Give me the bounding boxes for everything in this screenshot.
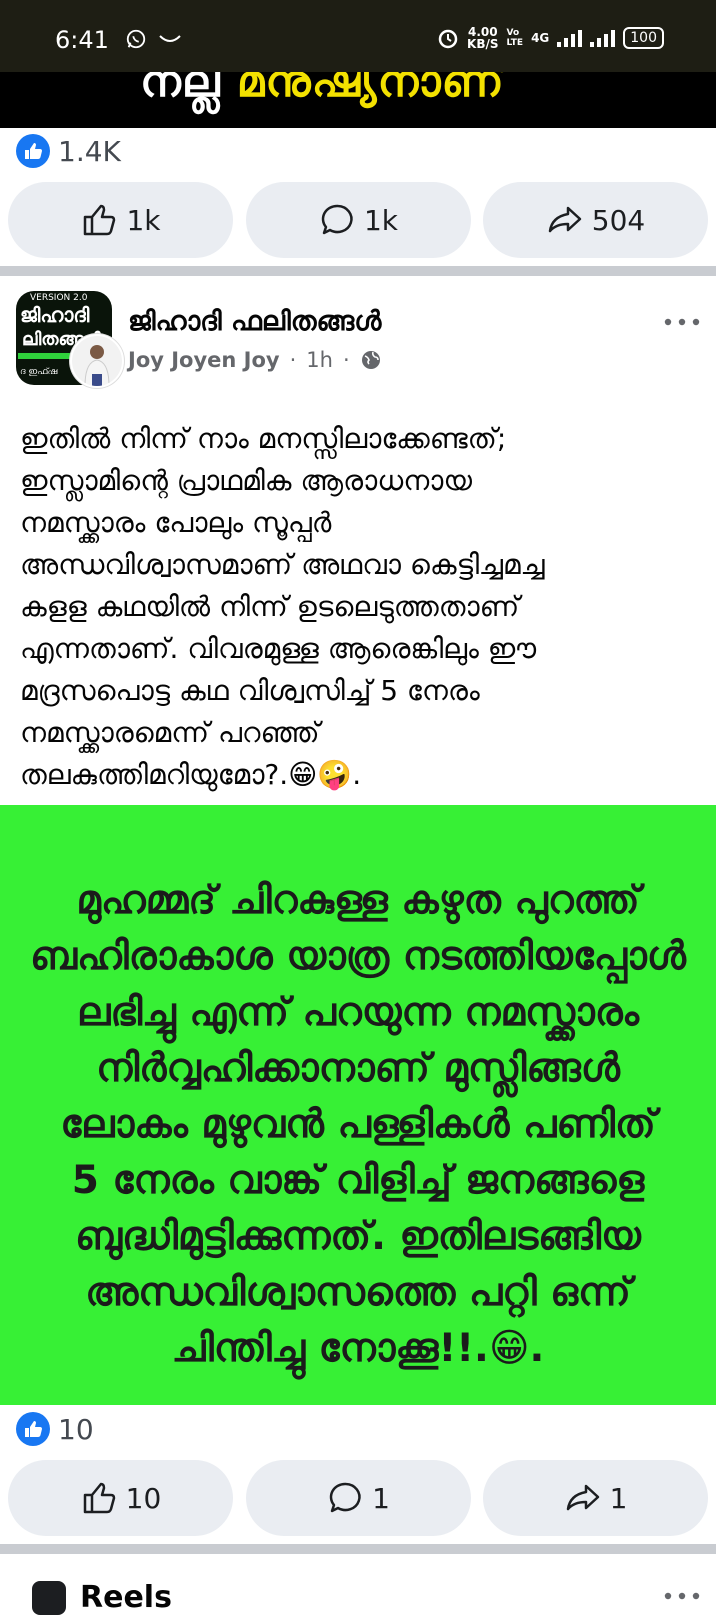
page-name[interactable]: ജിഹാദി ഫലിതങ്ങൾ (128, 306, 381, 338)
post-meta: Joy Joyen Joy · 1h · (128, 348, 382, 372)
post-text-line: ഇസ്ലാമിന്റെ പ്രാഥമിക ആരാധനായ (20, 464, 472, 497)
author-name[interactable]: Joy Joyen Joy (128, 348, 280, 372)
comment-icon (321, 204, 353, 235)
like-count: 1k (126, 203, 161, 237)
share-button[interactable]: 1 (483, 1460, 708, 1536)
like-reaction-icon (16, 134, 50, 168)
signal-icon-2 (590, 29, 616, 47)
comment-button[interactable]: 1 (245, 1460, 471, 1536)
post-text-line: നമസ്ക്കാരമെന്ന് പറഞ്ഞ് (20, 716, 320, 749)
notification-icon (159, 35, 181, 42)
image-text-line: 5 നേരം വാങ്ക് വിളിച്ച് ജനങ്ങളെ (71, 1158, 645, 1203)
post-image[interactable]: മുഹമ്മദ് ചിറകുള്ള കഴുത പുറത്ത് ബഹിരാകാശ … (0, 805, 716, 1405)
post-text-line: മദ്രസപൊട്ട കഥ വിശ്വസിച്ച് 5 നേരം (20, 674, 480, 707)
share-icon (548, 206, 582, 233)
post-image-text: മുഹമ്മദ് ചിറകുള്ള കഴുത പുറത്ത് ബഹിരാകാശ … (0, 873, 716, 1377)
post-text-line: നമസ്ക്കാരം പോലും സൂപ്പർ (20, 506, 332, 539)
battery-icon: 100 (623, 27, 664, 49)
status-indicators: 4.00 KB/S Vo LTE 4G 100 (437, 26, 664, 50)
post-text-line: തലകുത്തിമറിയുമോ?.😁🤪. (20, 758, 362, 791)
comment-icon (329, 1482, 361, 1513)
feed-divider-2 (0, 1544, 716, 1554)
image-text-line: ബുദ്ധിമുട്ടിക്കുന്നത്. ഇതിലടങ്ങിയ (75, 1214, 641, 1259)
previous-action-bar: 1k 1k 504 (8, 182, 708, 258)
avatar-line1: ജിഹാദി (20, 303, 90, 327)
share-icon (566, 1484, 599, 1511)
meta-separator: · (289, 348, 297, 372)
comment-count: 1 (372, 1481, 390, 1515)
network-type: 4G (531, 31, 550, 45)
post-text-line: കളള കഥയിൽ നിന്ന് ഉടലെടുത്തതാണ് (20, 590, 520, 623)
author-avatar[interactable] (70, 334, 124, 388)
meta-separator-2: · (342, 348, 350, 372)
alarm-icon (438, 29, 458, 49)
post-time[interactable]: 1h (306, 348, 333, 372)
like-button[interactable]: 10 (8, 1460, 233, 1536)
reaction-count: 1.4K (58, 134, 121, 168)
action-bar: 10 1 1 (8, 1460, 708, 1536)
share-count: 504 (591, 203, 646, 237)
share-count: 1 (609, 1481, 628, 1515)
like-icon (83, 1482, 115, 1514)
speed-unit: KB/S (467, 37, 499, 51)
signal-icon (557, 29, 583, 47)
avatar-version: VERSION 2.0 (30, 293, 88, 303)
post-text: ഇതിൽ നിന്ന് നാം മനസ്സിലാക്കേണ്ടത്; ഇസ്ലാ… (20, 418, 704, 796)
reels-more-icon[interactable] (662, 1590, 702, 1602)
image-text-line: ലോകം മുഴുവൻ പള്ളികൾ പണിത് (60, 1102, 656, 1147)
banner-text-yellow: മനുഷ്യനാണ് (220, 72, 505, 107)
reels-label: Reels (80, 1580, 172, 1615)
avatar-line3: ദ ഇഫ്ഷ (20, 367, 58, 377)
more-icon[interactable] (662, 304, 702, 340)
network-speed: 4.00 KB/S (467, 26, 498, 50)
previous-post-image[interactable]: നല്ല മനുഷ്യനാണ് (0, 72, 716, 128)
volte-indicator: Vo LTE (507, 28, 524, 48)
comment-count: 1k (363, 203, 399, 237)
image-text-line: ലഭിച്ചു എന്ന് പറയുന്ന നമസ്ക്കാരം (77, 990, 639, 1035)
status-time: 6:41 (55, 26, 109, 54)
previous-reaction-summary[interactable]: 1.4K (16, 134, 121, 168)
image-text-line: ബഹിരാകാശ യാത്ര നടത്തിയപ്പോൾ (30, 934, 686, 979)
like-reaction-icon (16, 1412, 50, 1446)
post-text-line: ഇതിൽ നിന്ന് നാം മനസ്സിലാക്കേണ്ടത്; (20, 422, 507, 455)
like-count: 10 (125, 1481, 162, 1515)
whatsapp-icon (126, 29, 146, 49)
reaction-summary[interactable]: 10 (16, 1412, 94, 1446)
share-button[interactable]: 504 (483, 182, 708, 258)
like-icon (84, 204, 116, 236)
volte-bottom: LTE (506, 38, 524, 48)
feed-divider (0, 266, 716, 276)
status-bar: 6:41 4.00 KB/S Vo LTE 4G 100 (0, 0, 716, 72)
banner-text: നല്ല മനുഷ്യനാണ് (140, 72, 505, 107)
globe-icon (361, 351, 380, 369)
post-text-line: എന്നതാണ്. വിവരമുള്ള ആരെങ്കിലും ഈ (20, 632, 537, 665)
comment-button[interactable]: 1k (245, 182, 471, 258)
volte-top: Vo (506, 28, 520, 38)
post-text-line: അന്ധവിശ്വാസമാണ് അഥവാ കെട്ടിച്ചമച്ച (20, 548, 545, 581)
reels-header[interactable]: Reels (32, 1580, 172, 1615)
image-text-line: നിർവ്വഹിക്കാനാണ് മുസ്ലിങ്ങൾ (96, 1046, 620, 1091)
image-text-line: അന്ധവിശ്വാസത്തെ പറ്റി ഒന്ന് (85, 1270, 631, 1315)
reaction-count: 10 (58, 1412, 94, 1446)
reels-icon (32, 1580, 66, 1615)
image-text-line: മുഹമ്മദ് ചിറകുള്ള കഴുത പുറത്ത് (76, 878, 640, 923)
image-text-line: ചിന്തിച്ചു നോക്കൂ!!.😁. (171, 1326, 545, 1371)
like-button[interactable]: 1k (8, 182, 233, 258)
banner-text-white: നല്ല (140, 72, 221, 107)
